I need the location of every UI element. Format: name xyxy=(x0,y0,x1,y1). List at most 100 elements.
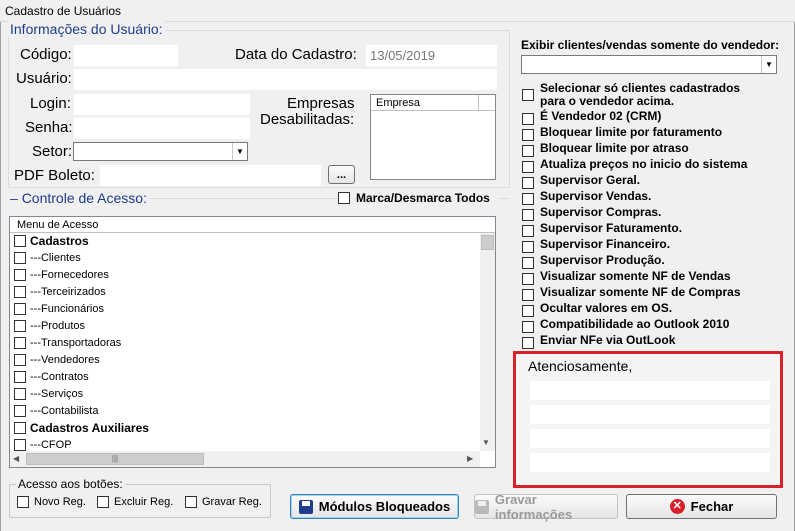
vendor-filter-dropdown[interactable]: ▼ xyxy=(521,55,777,74)
senha-field[interactable] xyxy=(74,118,250,139)
item-label: Cadastros xyxy=(30,234,89,248)
access-menu-rows: Cadastros ---Clientes ---Fornecedores --… xyxy=(10,233,480,451)
window-title: Cadastro de Usuários xyxy=(5,4,122,18)
item-checkbox[interactable] xyxy=(14,320,26,332)
option-nf-compras[interactable]: Visualizar somente NF de Compras xyxy=(522,286,772,301)
item-checkbox[interactable] xyxy=(14,405,26,417)
item-checkbox[interactable] xyxy=(14,286,26,298)
option-atualiza-precos[interactable]: Atualiza preços no inicio do sistema xyxy=(522,158,772,173)
usuario-label: Usuário: xyxy=(16,70,72,87)
item-checkbox[interactable] xyxy=(14,235,26,247)
fechar-button[interactable]: ✕ Fechar xyxy=(626,494,777,519)
option-checkbox[interactable] xyxy=(522,113,534,125)
item-checkbox[interactable] xyxy=(14,337,26,349)
access-menu-header[interactable]: Menu de Acesso xyxy=(10,217,495,233)
option-clientes-vendedor[interactable]: Selecionar só clientes cadastrados para … xyxy=(522,82,772,108)
option-checkbox[interactable] xyxy=(522,337,534,349)
empresas-column-label: Empresa xyxy=(376,97,421,109)
codigo-field[interactable] xyxy=(74,45,178,66)
horizontal-scrollbar[interactable]: ◀ ||| ▶ xyxy=(10,451,480,467)
option-label: Atualiza preços no inicio do sistema xyxy=(540,157,748,171)
option-checkbox[interactable] xyxy=(522,321,534,333)
option-label: Enviar NFe via OutLook xyxy=(540,333,676,347)
item-checkbox[interactable] xyxy=(14,439,26,451)
usuario-field[interactable] xyxy=(74,69,497,90)
gravar-reg-checkbox[interactable] xyxy=(185,496,197,508)
empresas-column-header[interactable]: Empresa xyxy=(371,95,479,111)
option-label: Supervisor Faturamento. xyxy=(540,221,683,235)
marca-desmarca-toggle[interactable]: Marca/Desmarca Todos xyxy=(338,191,498,207)
option-checkbox[interactable] xyxy=(522,193,534,205)
close-icon: ✕ xyxy=(669,499,685,514)
gravar-reg-option[interactable]: Gravar Reg. xyxy=(185,496,265,510)
option-supervisor-faturamento[interactable]: Supervisor Faturamento. xyxy=(522,222,772,237)
item-checkbox[interactable] xyxy=(14,252,26,264)
excluir-reg-option[interactable]: Excluir Reg. xyxy=(97,496,177,510)
vertical-scrollbar[interactable]: ▼ xyxy=(480,233,495,451)
scroll-hthumb[interactable]: ||| xyxy=(26,453,204,465)
option-nf-vendas[interactable]: Visualizar somente NF de Vendas xyxy=(522,270,772,285)
item-checkbox[interactable] xyxy=(14,388,26,400)
senha-label: Senha: xyxy=(25,119,73,136)
buttons-access-label: Acesso aos botões: xyxy=(16,477,125,491)
option-outlook-2010[interactable]: Compatibilidade ao Outlook 2010 xyxy=(522,318,772,333)
option-checkbox[interactable] xyxy=(522,129,534,141)
option-checkbox[interactable] xyxy=(522,177,534,189)
signature-line-3 xyxy=(530,429,770,448)
login-field[interactable] xyxy=(74,94,250,115)
option-label: Supervisor Vendas. xyxy=(540,189,652,203)
marca-desmarca-label: Marca/Desmarca Todos xyxy=(356,191,490,205)
browse-button[interactable]: ... xyxy=(328,165,355,184)
option-ocultar-valores[interactable]: Ocultar valores em OS. xyxy=(522,302,772,317)
scroll-down-icon[interactable]: ▼ xyxy=(482,438,490,447)
signature-editor[interactable]: Atenciosamente, xyxy=(516,354,780,485)
option-bloquear-faturamento[interactable]: Bloquear limite por faturamento xyxy=(522,126,772,141)
modulos-bloqueados-button[interactable]: Módulos Bloqueados xyxy=(290,494,459,519)
marca-desmarca-checkbox[interactable] xyxy=(338,192,350,204)
option-enviar-nfe-outlook[interactable]: Enviar NFe via OutLook xyxy=(522,334,772,349)
option-checkbox[interactable] xyxy=(522,273,534,285)
option-checkbox[interactable] xyxy=(522,289,534,301)
option-checkbox[interactable] xyxy=(522,257,534,269)
option-supervisor-financeiro[interactable]: Supervisor Financeiro. xyxy=(522,238,772,253)
option-bloquear-atraso[interactable]: Bloquear limite por atraso xyxy=(522,142,772,157)
data-cadastro-field[interactable]: 13/05/2019 xyxy=(366,45,497,66)
item-checkbox[interactable] xyxy=(14,269,26,281)
option-checkbox[interactable] xyxy=(522,209,534,221)
item-checkbox[interactable] xyxy=(14,371,26,383)
dash-icon: – xyxy=(10,190,22,206)
option-checkbox[interactable] xyxy=(522,241,534,253)
access-menu-list[interactable]: Menu de Acesso Cadastros ---Clientes ---… xyxy=(9,216,496,468)
option-supervisor-vendas[interactable]: Supervisor Vendas. xyxy=(522,190,772,205)
option-supervisor-geral[interactable]: Supervisor Geral. xyxy=(522,174,772,189)
novo-reg-option[interactable]: Novo Reg. xyxy=(17,496,92,510)
item-label: ---Clientes xyxy=(30,252,81,264)
option-vendedor-02[interactable]: É Vendedor 02 (CRM) xyxy=(522,110,772,125)
option-checkbox[interactable] xyxy=(522,89,534,101)
scroll-right-icon[interactable]: ▶ xyxy=(467,454,473,463)
setor-label: Setor: xyxy=(32,143,73,160)
item-label: Cadastros Auxiliares xyxy=(30,421,149,435)
item-checkbox[interactable] xyxy=(14,303,26,315)
signature-line-1 xyxy=(530,381,770,400)
gravar-informacoes-button[interactable]: Gravar informações xyxy=(474,492,618,522)
pdf-boleto-field[interactable] xyxy=(100,165,321,186)
option-checkbox[interactable] xyxy=(522,161,534,173)
option-checkbox[interactable] xyxy=(522,305,534,317)
option-checkbox[interactable] xyxy=(522,225,534,237)
chevron-down-icon[interactable]: ▼ xyxy=(761,56,776,73)
setor-dropdown[interactable]: ▼ xyxy=(73,142,248,161)
signature-line-4 xyxy=(530,453,770,472)
novo-reg-checkbox[interactable] xyxy=(17,496,29,508)
chevron-down-icon[interactable]: ▼ xyxy=(232,143,247,160)
empresas-list[interactable]: Empresa xyxy=(370,94,496,180)
scroll-thumb[interactable] xyxy=(481,235,494,250)
option-label: Visualizar somente NF de Vendas xyxy=(540,269,731,283)
item-checkbox[interactable] xyxy=(14,422,26,434)
option-supervisor-producao[interactable]: Supervisor Produção. xyxy=(522,254,772,269)
scroll-left-icon[interactable]: ◀ xyxy=(13,454,19,463)
item-checkbox[interactable] xyxy=(14,354,26,366)
option-supervisor-compras[interactable]: Supervisor Compras. xyxy=(522,206,772,221)
excluir-reg-checkbox[interactable] xyxy=(97,496,109,508)
option-checkbox[interactable] xyxy=(522,145,534,157)
